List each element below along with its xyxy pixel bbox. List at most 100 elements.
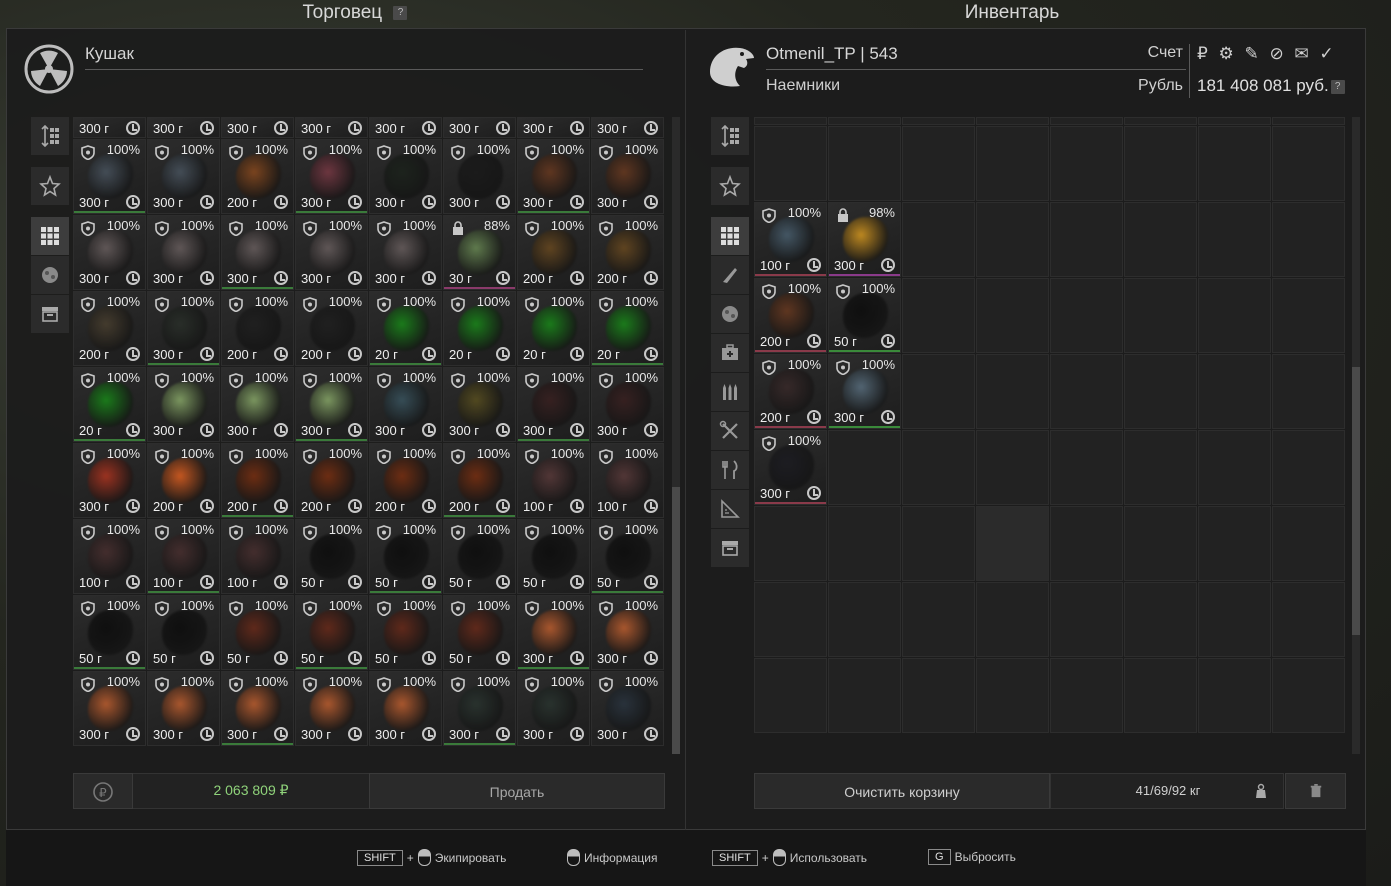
inventory-slot-empty[interactable]	[902, 582, 975, 657]
inventory-slot-empty[interactable]	[1272, 202, 1345, 277]
item-slot[interactable]: 100% 300 г	[591, 671, 664, 746]
item-slot[interactable]: 100% 50 г	[147, 595, 220, 670]
inventory-slot-empty[interactable]	[976, 126, 1049, 201]
trader-scrollbar-thumb[interactable]	[672, 487, 680, 754]
inventory-slot-empty[interactable]	[976, 354, 1049, 429]
item-slot[interactable]: 100% 200 г	[221, 291, 294, 366]
tab-all-items[interactable]	[31, 217, 69, 255]
item-slot[interactable]: 100% 20 г	[73, 367, 146, 442]
tab-inv-weapons[interactable]	[711, 256, 749, 294]
inventory-slot-empty[interactable]	[976, 202, 1049, 277]
item-slot[interactable]: 100% 300 г	[147, 215, 220, 290]
item-slot[interactable]: 100% 100 г	[73, 519, 146, 594]
item-slot[interactable]: 100% 100 г	[221, 519, 294, 594]
tab-storage[interactable]	[31, 295, 69, 333]
inventory-slot-empty[interactable]	[1198, 202, 1271, 277]
item-slot[interactable]: 100% 300 г	[73, 139, 146, 214]
inventory-slot-partial[interactable]	[902, 117, 975, 125]
item-slot[interactable]: 100% 200 г	[73, 291, 146, 366]
item-slot[interactable]: 100% 50 г	[73, 595, 146, 670]
inventory-slot-empty[interactable]	[1124, 582, 1197, 657]
tab-artifacts[interactable]	[31, 256, 69, 294]
item-slot[interactable]: 100% 200 г	[754, 354, 827, 429]
inventory-slot-empty[interactable]	[1272, 354, 1345, 429]
tab-inv-sort[interactable]	[711, 117, 749, 155]
inventory-slot-empty[interactable]	[1050, 658, 1123, 733]
tab-inv-favorites[interactable]	[711, 167, 749, 205]
inventory-slot-empty[interactable]	[1050, 126, 1123, 201]
sell-button[interactable]: Продать	[369, 773, 665, 809]
item-slot[interactable]: 100% 100 г	[147, 519, 220, 594]
price-mode-button[interactable]: ₽	[73, 773, 133, 809]
item-slot-partial[interactable]: 300 г	[591, 117, 664, 138]
inventory-slot-empty[interactable]	[1272, 430, 1345, 505]
item-slot[interactable]: 100% 300 г	[369, 367, 442, 442]
item-slot[interactable]: 100% 300 г	[221, 671, 294, 746]
item-slot[interactable]: 100% 200 г	[147, 443, 220, 518]
tab-inv-all[interactable]	[711, 217, 749, 255]
item-slot[interactable]: 100% 300 г	[369, 671, 442, 746]
inventory-slot-empty[interactable]	[1050, 582, 1123, 657]
item-slot[interactable]: 100% 300 г	[295, 139, 368, 214]
inventory-slot-empty[interactable]	[1124, 202, 1197, 277]
inventory-slot-empty[interactable]	[976, 278, 1049, 353]
item-slot[interactable]: 100% 300 г	[295, 215, 368, 290]
item-slot[interactable]: 100% 200 г	[591, 215, 664, 290]
item-slot[interactable]: 100% 50 г	[591, 519, 664, 594]
inventory-slot-empty[interactable]	[1198, 582, 1271, 657]
inventory-slot-empty[interactable]	[902, 506, 975, 581]
item-slot[interactable]: 100% 300 г	[517, 595, 590, 670]
tab-inv-artifacts[interactable]	[711, 295, 749, 333]
inventory-slot-partial[interactable]	[1272, 117, 1345, 125]
item-slot[interactable]: 100% 300 г	[221, 367, 294, 442]
item-slot[interactable]: 100% 50 г	[295, 595, 368, 670]
item-slot-partial[interactable]: 300 г	[147, 117, 220, 138]
inventory-slot-empty[interactable]	[828, 582, 901, 657]
item-slot[interactable]: 100% 100 г	[517, 443, 590, 518]
item-slot-partial[interactable]: 300 г	[517, 117, 590, 138]
inventory-slot-empty[interactable]	[976, 506, 1049, 581]
inventory-slot-empty[interactable]	[1198, 506, 1271, 581]
item-slot[interactable]: 100% 20 г	[369, 291, 442, 366]
item-slot[interactable]: 100% 300 г	[147, 291, 220, 366]
item-slot[interactable]: 100% 20 г	[517, 291, 590, 366]
item-slot[interactable]: 100% 300 г	[828, 354, 901, 429]
item-slot[interactable]: 100% 300 г	[147, 367, 220, 442]
item-slot[interactable]: 100% 200 г	[295, 443, 368, 518]
trash-button[interactable]	[1285, 773, 1346, 809]
item-slot[interactable]: 100% 300 г	[369, 215, 442, 290]
item-slot[interactable]: 100% 20 г	[591, 291, 664, 366]
item-slot-partial[interactable]: 300 г	[73, 117, 146, 138]
item-slot[interactable]: 100% 200 г	[443, 443, 516, 518]
inventory-slot-empty[interactable]	[1124, 354, 1197, 429]
inventory-slot-empty[interactable]	[1124, 658, 1197, 733]
inventory-slot-empty[interactable]	[1050, 430, 1123, 505]
inventory-slot-empty[interactable]	[1272, 278, 1345, 353]
item-slot[interactable]: 100% 300 г	[517, 139, 590, 214]
inventory-slot-empty[interactable]	[1272, 126, 1345, 201]
item-slot[interactable]: 100% 50 г	[369, 595, 442, 670]
item-slot[interactable]: 100% 300 г	[443, 671, 516, 746]
item-slot[interactable]: 100% 300 г	[295, 367, 368, 442]
inventory-slot-empty[interactable]	[1050, 506, 1123, 581]
tab-inv-tools[interactable]	[711, 412, 749, 450]
inventory-slot-empty[interactable]	[754, 126, 827, 201]
inventory-slot-empty[interactable]	[1124, 278, 1197, 353]
inventory-slot-partial[interactable]	[1124, 117, 1197, 125]
item-slot-partial[interactable]: 300 г	[295, 117, 368, 138]
inventory-slot-empty[interactable]	[902, 658, 975, 733]
inventory-slot-empty[interactable]	[902, 430, 975, 505]
inventory-slot-empty[interactable]	[1124, 506, 1197, 581]
item-slot[interactable]: 100% 200 г	[221, 443, 294, 518]
inventory-slot-empty[interactable]	[828, 126, 901, 201]
inventory-slot-empty[interactable]	[754, 506, 827, 581]
inventory-slot-empty[interactable]	[1272, 506, 1345, 581]
item-slot[interactable]: 100% 100 г	[591, 443, 664, 518]
trader-scrollbar[interactable]	[672, 117, 680, 754]
inventory-slot-partial[interactable]	[828, 117, 901, 125]
inventory-slot-empty[interactable]	[976, 430, 1049, 505]
inventory-slot-partial[interactable]	[976, 117, 1049, 125]
inventory-slot-empty[interactable]	[1198, 278, 1271, 353]
inventory-scrollbar-thumb[interactable]	[1352, 367, 1360, 635]
item-slot[interactable]: 100% 300 г	[369, 139, 442, 214]
